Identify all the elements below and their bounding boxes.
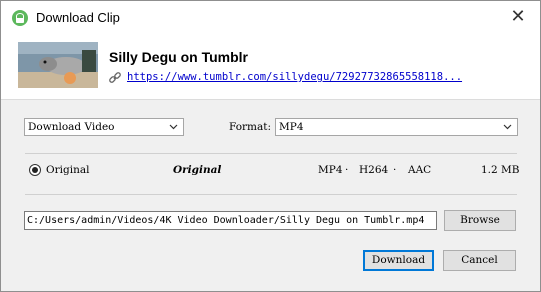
divider (25, 194, 517, 195)
clip-thumbnail (18, 42, 98, 88)
close-icon[interactable]: ✕ (507, 6, 529, 28)
chevron-down-icon (169, 124, 178, 130)
quality-radio[interactable] (29, 164, 41, 176)
format-select[interactable]: MP4 (275, 118, 518, 136)
browse-button[interactable]: Browse (444, 210, 516, 231)
download-type-select[interactable]: Download Video (24, 118, 184, 136)
clip-header: Silly Degu on Tumblr https://www.tumblr.… (1, 35, 540, 100)
format-label: Format: (229, 121, 272, 133)
clip-title: Silly Degu on Tumblr (109, 49, 248, 65)
quality-separator: · (393, 164, 397, 176)
quality-container: MP4 (318, 164, 343, 176)
quality-audio-codec: AAC (408, 164, 432, 176)
quality-size: 1.2 MB (481, 164, 520, 176)
clip-url-link[interactable]: https://www.tumblr.com/sillydegu/7292773… (127, 71, 462, 83)
save-path-input[interactable]: C:/Users/admin/Videos/4K Video Downloade… (24, 211, 437, 230)
download-type-value: Download Video (28, 121, 115, 133)
download-clip-dialog: Download Clip ✕ Silly Degu on Tumblr htt… (0, 0, 541, 292)
format-value: MP4 (279, 121, 304, 133)
divider (25, 153, 517, 154)
cancel-button[interactable]: Cancel (443, 250, 516, 271)
quality-name: Original (173, 164, 222, 176)
download-button[interactable]: Download (363, 250, 434, 271)
quality-separator: · (345, 164, 349, 176)
window-title: Download Clip (36, 10, 120, 25)
title-bar: Download Clip ✕ (1, 1, 540, 35)
chevron-down-icon (503, 124, 512, 130)
link-icon (109, 72, 121, 83)
app-logo-icon (12, 10, 28, 26)
quality-option-label: Original (46, 164, 90, 176)
quality-video-codec: H264 (359, 164, 389, 176)
